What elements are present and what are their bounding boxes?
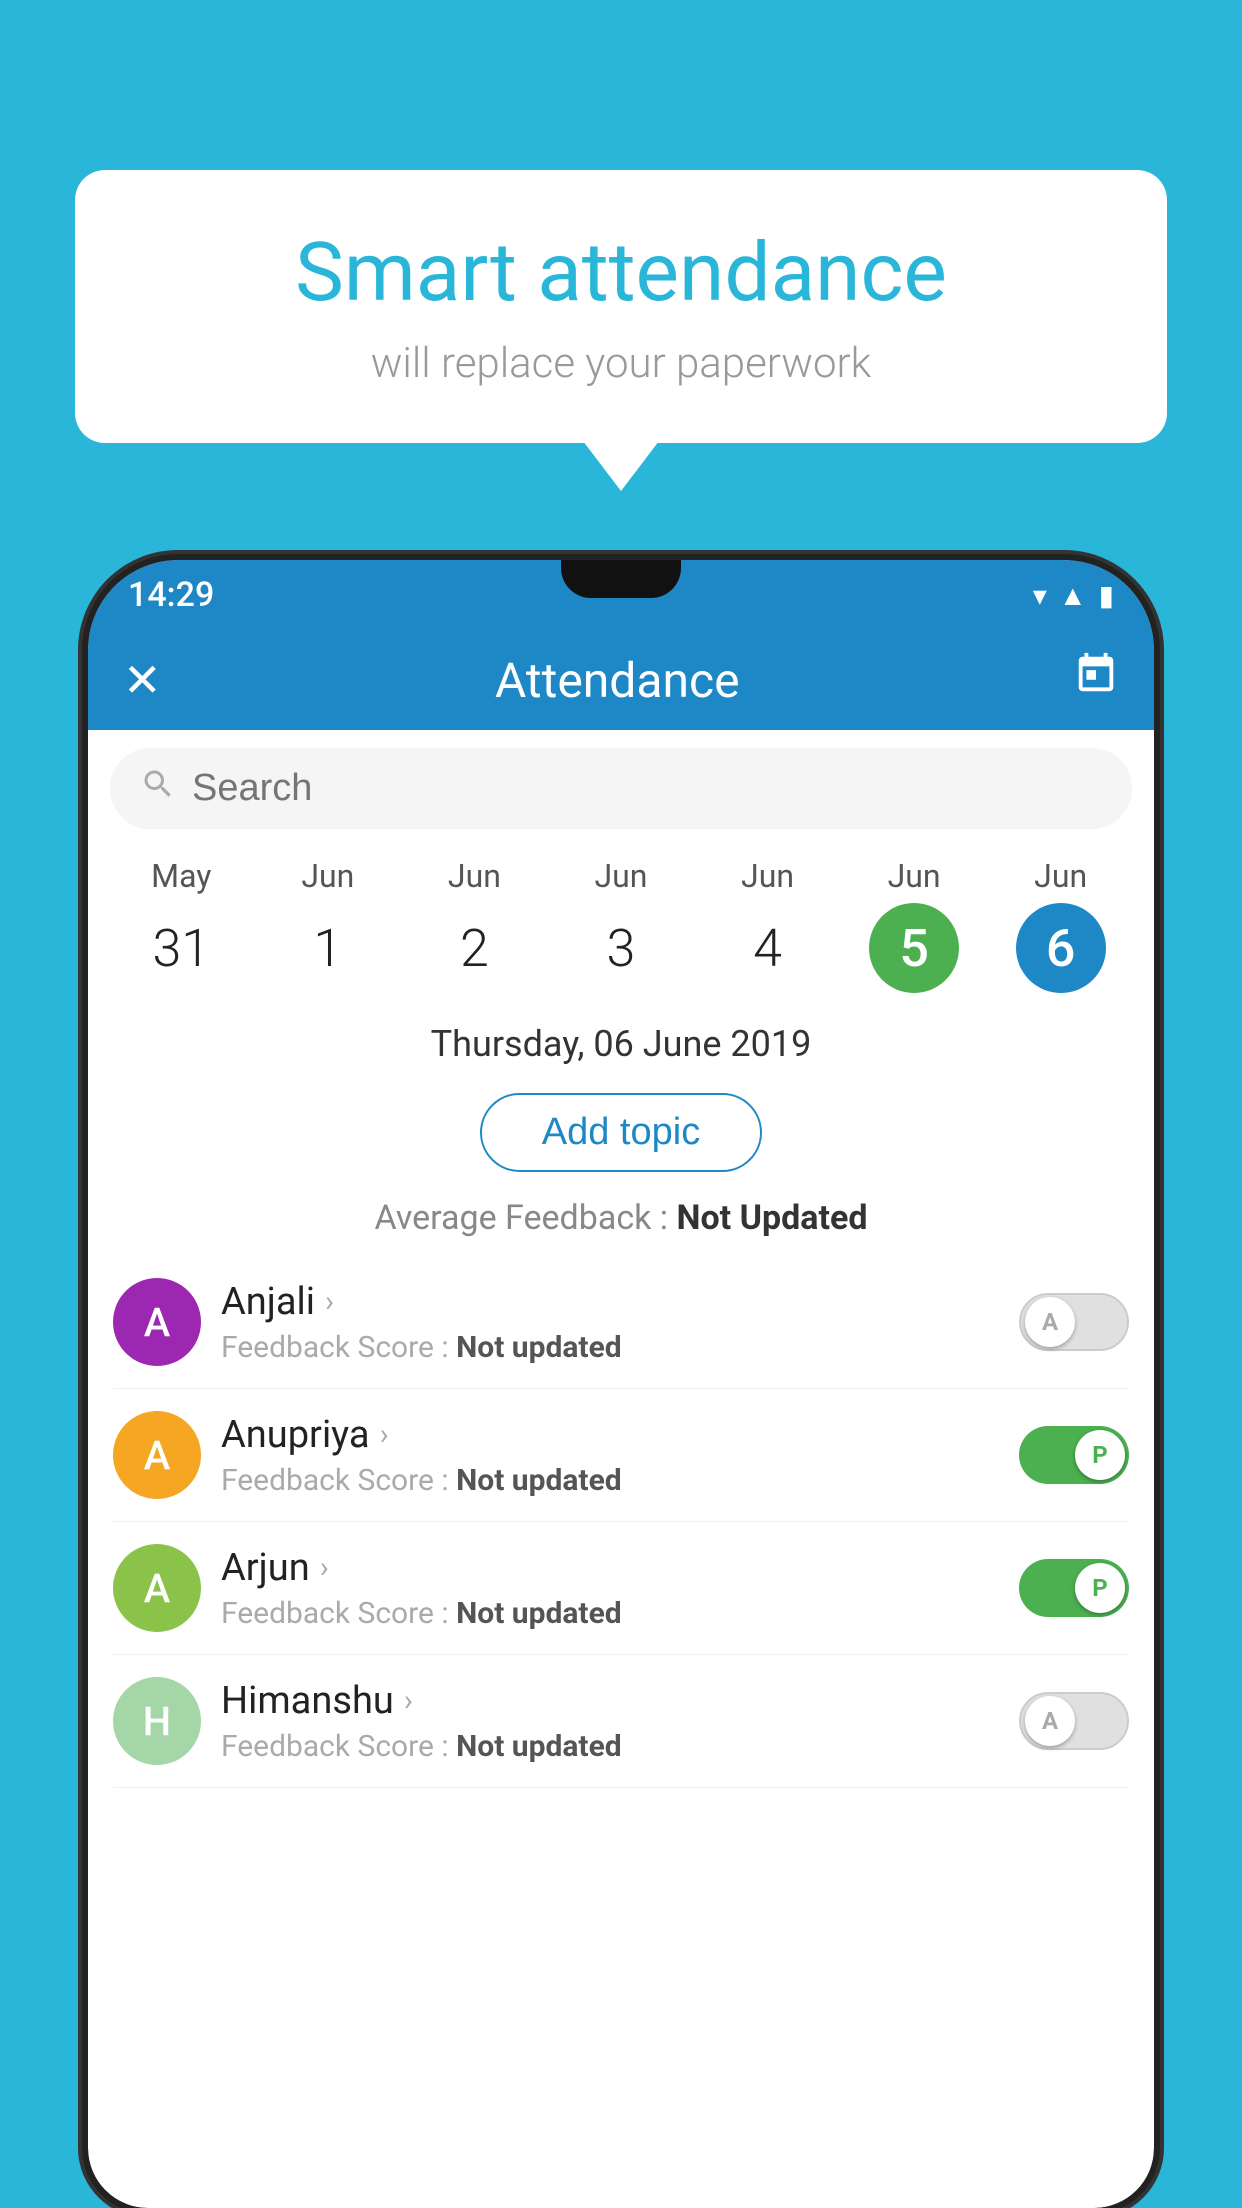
app-bar: ✕ Attendance bbox=[88, 630, 1154, 730]
toggle-anjali[interactable]: A bbox=[1019, 1293, 1129, 1351]
battery-icon: ▮ bbox=[1099, 579, 1114, 612]
search-icon bbox=[140, 766, 176, 811]
toggle-switch-anupriya[interactable]: P bbox=[1019, 1426, 1129, 1484]
student-item-arjun[interactable]: A Arjun › Feedback Score : Not updated P bbox=[113, 1522, 1129, 1655]
calendar-icon[interactable] bbox=[1073, 651, 1119, 709]
date-selector: May 31 Jun 1 Jun 2 Jun 3 bbox=[88, 847, 1154, 1003]
bubble-subtitle: will replace your paperwork bbox=[135, 339, 1107, 388]
toggle-thumb-arjun: P bbox=[1075, 1563, 1125, 1613]
student-name-anjali: Anjali › bbox=[221, 1280, 999, 1324]
avatar-himanshu: H bbox=[113, 1677, 201, 1765]
selected-date-info: Thursday, 06 June 2019 bbox=[88, 1003, 1154, 1075]
chevron-icon: › bbox=[380, 1417, 389, 1452]
toggle-anupriya[interactable]: P bbox=[1019, 1426, 1129, 1484]
student-name-himanshu: Himanshu › bbox=[221, 1679, 999, 1723]
phone-frame: 14:29 ▾ ▲ ▮ ✕ Attendance bbox=[88, 560, 1154, 2208]
date-col-jun6[interactable]: Jun 6 bbox=[1016, 857, 1106, 993]
student-name-arjun: Arjun › bbox=[221, 1546, 999, 1590]
avg-feedback: Average Feedback : Not Updated bbox=[88, 1190, 1154, 1256]
student-feedback-anjali: Feedback Score : Not updated bbox=[221, 1330, 999, 1365]
phone-notch bbox=[561, 560, 681, 598]
student-name-anupriya: Anupriya › bbox=[221, 1413, 999, 1457]
toggle-himanshu[interactable]: A bbox=[1019, 1692, 1129, 1750]
add-topic-button[interactable]: Add topic bbox=[480, 1093, 762, 1172]
chevron-icon: › bbox=[404, 1683, 413, 1718]
date-col-jun5[interactable]: Jun 5 bbox=[869, 857, 959, 993]
student-item-anupriya[interactable]: A Anupriya › Feedback Score : Not update… bbox=[113, 1389, 1129, 1522]
avg-feedback-value: Not Updated bbox=[676, 1198, 867, 1238]
signal-icon: ▲ bbox=[1059, 579, 1087, 612]
student-info-himanshu: Himanshu › Feedback Score : Not updated bbox=[221, 1679, 999, 1764]
avatar-arjun: A bbox=[113, 1544, 201, 1632]
bubble-title: Smart attendance bbox=[135, 225, 1107, 321]
date-col-jun4[interactable]: Jun 4 bbox=[723, 857, 813, 993]
avatar-anjali: A bbox=[113, 1278, 201, 1366]
search-bar[interactable] bbox=[110, 748, 1132, 829]
date-col-jun2[interactable]: Jun 2 bbox=[429, 857, 519, 993]
chevron-icon: › bbox=[325, 1284, 334, 1319]
student-feedback-arjun: Feedback Score : Not updated bbox=[221, 1596, 999, 1631]
date-col-jun1[interactable]: Jun 1 bbox=[283, 857, 373, 993]
search-input[interactable] bbox=[192, 767, 1102, 810]
toggle-thumb-anjali: A bbox=[1025, 1297, 1075, 1347]
student-info-arjun: Arjun › Feedback Score : Not updated bbox=[221, 1546, 999, 1631]
student-info-anupriya: Anupriya › Feedback Score : Not updated bbox=[221, 1413, 999, 1498]
date-col-jun3[interactable]: Jun 3 bbox=[576, 857, 666, 993]
chevron-icon: › bbox=[320, 1550, 329, 1585]
toggle-arjun[interactable]: P bbox=[1019, 1559, 1129, 1617]
toggle-switch-himanshu[interactable]: A bbox=[1019, 1692, 1129, 1750]
student-item-anjali[interactable]: A Anjali › Feedback Score : Not updated … bbox=[113, 1256, 1129, 1389]
date-col-may31[interactable]: May 31 bbox=[136, 857, 226, 993]
status-time: 14:29 bbox=[128, 575, 214, 615]
wifi-icon: ▾ bbox=[1033, 579, 1047, 612]
avg-feedback-label: Average Feedback : bbox=[375, 1198, 677, 1238]
toggle-switch-arjun[interactable]: P bbox=[1019, 1559, 1129, 1617]
speech-bubble: Smart attendance will replace your paper… bbox=[75, 170, 1167, 443]
toggle-switch-anjali[interactable]: A bbox=[1019, 1293, 1129, 1351]
speech-bubble-container: Smart attendance will replace your paper… bbox=[75, 170, 1167, 443]
selected-date-text: Thursday, 06 June 2019 bbox=[431, 1023, 812, 1065]
app-bar-title: Attendance bbox=[495, 652, 740, 709]
student-feedback-anupriya: Feedback Score : Not updated bbox=[221, 1463, 999, 1498]
avatar-anupriya: A bbox=[113, 1411, 201, 1499]
phone-screen: 14:29 ▾ ▲ ▮ ✕ Attendance bbox=[88, 560, 1154, 2208]
toggle-thumb-himanshu: A bbox=[1025, 1696, 1075, 1746]
student-item-himanshu[interactable]: H Himanshu › Feedback Score : Not update… bbox=[113, 1655, 1129, 1788]
student-feedback-himanshu: Feedback Score : Not updated bbox=[221, 1729, 999, 1764]
student-info-anjali: Anjali › Feedback Score : Not updated bbox=[221, 1280, 999, 1365]
student-list: A Anjali › Feedback Score : Not updated … bbox=[88, 1256, 1154, 1788]
status-icons: ▾ ▲ ▮ bbox=[1033, 579, 1114, 612]
toggle-thumb-anupriya: P bbox=[1075, 1430, 1125, 1480]
close-button[interactable]: ✕ bbox=[123, 653, 162, 708]
